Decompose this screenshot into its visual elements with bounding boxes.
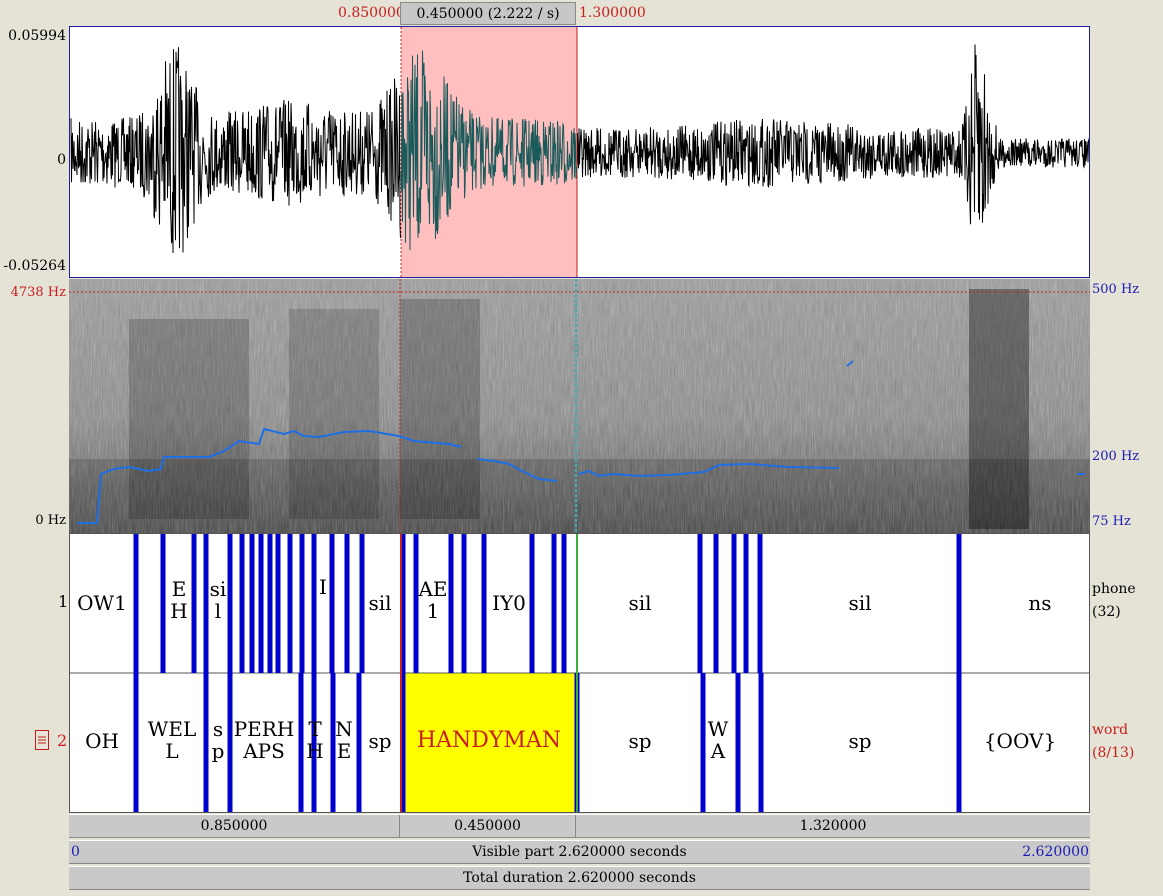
interval-boundary[interactable] bbox=[551, 534, 557, 673]
word-label-selected: HANDYMAN bbox=[416, 728, 562, 753]
interval-boundary[interactable] bbox=[713, 534, 719, 673]
segment-bar[interactable]: 0.850000 0.450000 1.320000 bbox=[69, 814, 1090, 838]
visible-label: Visible part 2.620000 seconds bbox=[472, 844, 687, 860]
phone-label: sil bbox=[628, 591, 652, 615]
interval-boundary[interactable] bbox=[298, 673, 304, 813]
interval-boundary[interactable] bbox=[356, 673, 362, 813]
wave-min-label: -0.05264 bbox=[3, 258, 66, 274]
tier-boundaries-svg bbox=[70, 534, 1089, 813]
phone-label: sil bbox=[368, 591, 392, 615]
interval-boundary[interactable] bbox=[133, 673, 139, 813]
textgrid-panel[interactable]: OW1 E H si l I sil AE 1 IY0 sil sil ns O… bbox=[69, 533, 1090, 813]
segment-right[interactable]: 1.320000 bbox=[576, 815, 1090, 837]
tier2-count: (8/13) bbox=[1092, 745, 1135, 761]
phone-label: ns bbox=[1028, 591, 1052, 615]
lock-icon[interactable] bbox=[35, 730, 49, 750]
word-label: sp bbox=[848, 729, 872, 753]
interval-boundary[interactable] bbox=[731, 534, 737, 673]
interval-boundary[interactable] bbox=[258, 534, 264, 673]
total-duration-bar[interactable]: Total duration 2.620000 seconds bbox=[69, 866, 1090, 890]
phone-label: sil bbox=[848, 591, 872, 615]
word-label: s p bbox=[211, 717, 225, 763]
phone-label: OW1 bbox=[77, 591, 127, 615]
pitch-mid-label: 200 Hz bbox=[1092, 449, 1140, 464]
waveform-trace bbox=[70, 44, 1089, 254]
word-label: WEL L bbox=[147, 717, 197, 763]
interval-boundary[interactable] bbox=[267, 534, 273, 673]
interval-boundary[interactable] bbox=[191, 534, 197, 673]
interval-boundary[interactable] bbox=[956, 534, 962, 673]
selection-length-button[interactable]: 0.450000 (2.222 / s) bbox=[400, 2, 576, 25]
word-label: T H bbox=[306, 717, 324, 763]
interval-boundary[interactable] bbox=[697, 534, 703, 673]
interval-boundary[interactable] bbox=[249, 534, 255, 673]
phone-label: I bbox=[319, 575, 327, 599]
interval-boundary[interactable] bbox=[329, 534, 335, 673]
phone-label: E H bbox=[170, 577, 188, 623]
interval-boundary[interactable] bbox=[275, 534, 281, 673]
interval-boundary[interactable] bbox=[133, 534, 139, 673]
total-label: Total duration 2.620000 seconds bbox=[463, 870, 696, 886]
waveform-svg bbox=[70, 27, 1089, 277]
spectrogram-svg bbox=[69, 279, 1090, 533]
pitch-top-label: 500 Hz bbox=[1092, 282, 1140, 297]
tier1-name: phone bbox=[1092, 581, 1136, 597]
interval-boundary[interactable] bbox=[299, 534, 305, 673]
spec-freq-bottom: 0 Hz bbox=[35, 513, 66, 528]
interval-boundary[interactable] bbox=[160, 534, 166, 673]
selection-end-label: 1.300000 bbox=[579, 5, 646, 21]
interval-boundary[interactable] bbox=[735, 673, 741, 813]
interval-boundary[interactable] bbox=[700, 673, 706, 813]
word-label: PERH APS bbox=[233, 717, 295, 763]
word-label: W A bbox=[707, 717, 729, 763]
phone-label: AE 1 bbox=[418, 577, 448, 623]
visible-part-bar[interactable]: 0 Visible part 2.620000 seconds 2.620000 bbox=[69, 840, 1090, 864]
selection-start-label: 0.850000 bbox=[338, 5, 405, 21]
interval-boundary[interactable] bbox=[461, 534, 467, 673]
interval-boundary[interactable] bbox=[239, 534, 245, 673]
tier1-number: 1 bbox=[58, 592, 69, 611]
interval-boundary[interactable] bbox=[757, 534, 763, 673]
segment-middle[interactable]: 0.450000 bbox=[400, 815, 576, 837]
waveform-panel[interactable] bbox=[69, 26, 1090, 278]
interval-boundary[interactable] bbox=[344, 534, 350, 673]
tier2-number: 2 bbox=[57, 731, 68, 750]
visible-start: 0 bbox=[71, 844, 80, 860]
spectrogram-panel[interactable] bbox=[69, 279, 1090, 533]
word-label: OH bbox=[85, 729, 119, 753]
phone-label: IY0 bbox=[492, 591, 526, 615]
interval-boundary[interactable] bbox=[561, 534, 567, 673]
interval-boundary[interactable] bbox=[743, 534, 749, 673]
interval-boundary[interactable] bbox=[287, 534, 293, 673]
phone-label: si l bbox=[209, 577, 227, 623]
visible-end: 2.620000 bbox=[1022, 844, 1089, 860]
segment-left[interactable]: 0.850000 bbox=[69, 815, 400, 837]
tier1-count: (32) bbox=[1092, 604, 1121, 620]
interval-boundary[interactable] bbox=[956, 673, 962, 813]
word-label: sp bbox=[628, 729, 652, 753]
word-label: sp bbox=[368, 729, 392, 753]
interval-boundary[interactable] bbox=[311, 534, 317, 673]
interval-boundary[interactable] bbox=[758, 673, 764, 813]
tier2-name: word bbox=[1092, 722, 1129, 738]
spec-freq-top: 4738 Hz bbox=[10, 285, 66, 300]
word-label: {OOV} bbox=[983, 729, 1057, 753]
word-label: N E bbox=[335, 717, 353, 763]
pitch-bottom-label: 75 Hz bbox=[1092, 514, 1131, 529]
wave-zero-label: 0 bbox=[57, 152, 66, 168]
wave-max-label: 0.05994 bbox=[8, 28, 66, 44]
